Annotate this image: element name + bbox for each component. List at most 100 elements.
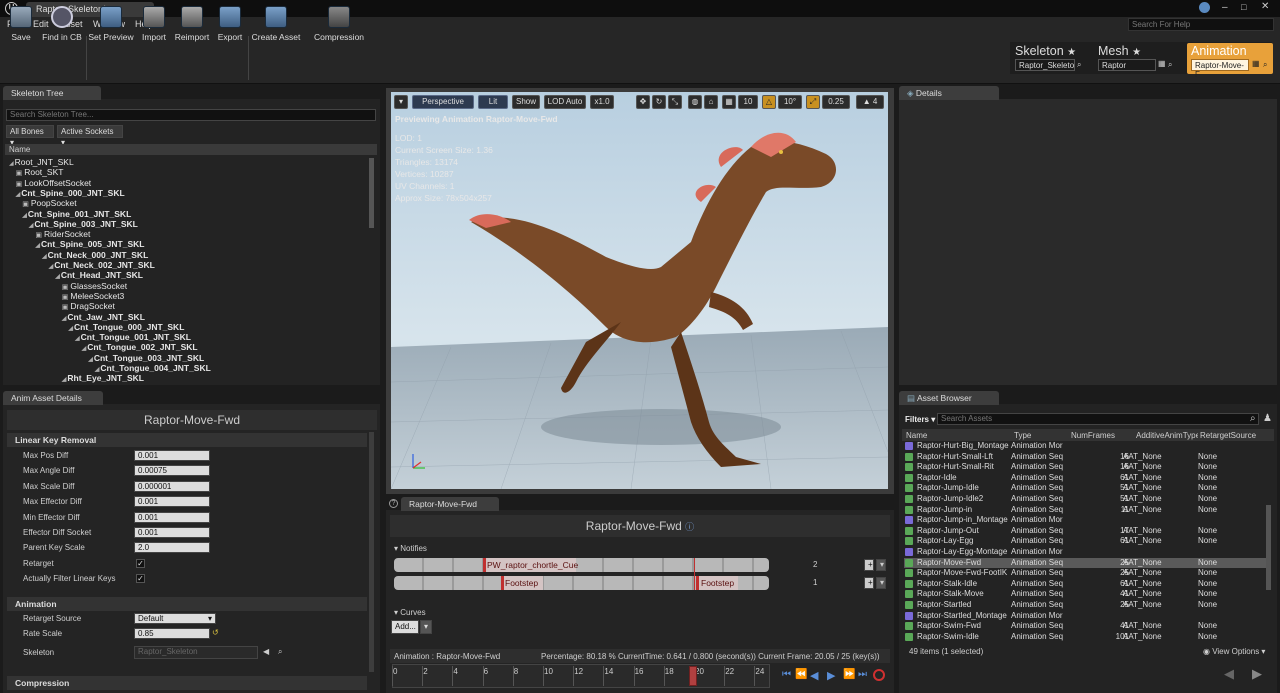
asset-row[interactable]: Raptor-Lay-Egg-Montage Animation Mor — [904, 547, 1269, 558]
asset-search-input[interactable]: Search Assets — [937, 413, 1259, 425]
notification-icon[interactable] — [1199, 2, 1210, 13]
property-value-field[interactable]: 0.000001 — [134, 480, 210, 492]
column-type[interactable]: Type — [1014, 431, 1031, 440]
animation-editor-tab[interactable]: Raptor-Move-Fwd — [401, 497, 499, 511]
asset-row[interactable]: Raptor-Swim-Idle Animation Seq 101 AAT_None… — [904, 632, 1269, 643]
grid-icon[interactable]: ▦ — [1252, 59, 1260, 68]
expand-arrow-icon[interactable]: ◢ — [55, 274, 60, 280]
bones-filter-dropdown[interactable]: All Bones ▾ — [6, 125, 54, 147]
rotation-snap-value[interactable]: 10° — [778, 95, 802, 109]
skeleton-tree-item[interactable]: ◢Cnt_Spine_001_JNT_SKL — [22, 209, 131, 219]
asset-row[interactable]: Raptor-Swim-Fwd Animation Seq 41 AAT_None No… — [904, 621, 1269, 632]
skeleton-tree-item[interactable]: ▣ PoopSocket — [22, 198, 76, 208]
asset-row[interactable]: Raptor-Hurt-Small-Rit Animation Seq 16 AAT_… — [904, 462, 1269, 473]
skip-to-start-icon[interactable]: ⏮ — [782, 669, 791, 680]
camera-speed-button[interactable]: ▲ 4 — [856, 95, 884, 109]
skeleton-tree-item[interactable]: ◢Cnt_Neck_002_JNT_SKL — [49, 260, 155, 270]
expand-arrow-icon[interactable]: ◢ — [75, 336, 80, 342]
create-asset-button[interactable]: Create Asset — [251, 3, 301, 49]
sockets-filter-dropdown[interactable]: Active Sockets ▾ — [57, 125, 123, 147]
skeleton-tree-item[interactable]: ◢Cnt_Spine_005_JNT_SKL — [35, 239, 144, 249]
expand-arrow-icon[interactable]: ◢ — [62, 316, 67, 322]
skeleton-tree-search[interactable]: Search Skeleton Tree... — [6, 109, 376, 121]
lod-button[interactable]: LOD Auto — [544, 95, 586, 109]
export-button[interactable]: Export — [214, 3, 246, 49]
skeleton-tree-item[interactable]: ◢Cnt_Spine_000_JNT_SKL — [16, 188, 125, 198]
mesh-mode-title[interactable]: Mesh ★ — [1098, 44, 1141, 58]
expand-arrow-icon[interactable]: ◢ — [68, 326, 73, 332]
linear-key-removal-section[interactable]: Linear Key Removal — [7, 433, 367, 447]
mesh-mode-field[interactable]: Raptor — [1098, 59, 1156, 71]
property-value-field[interactable]: 2.0 — [134, 542, 210, 554]
asset-row[interactable]: Raptor-Hurt-Small-Lft Animation Seq 16 AAT_… — [904, 452, 1269, 463]
world-local-icon[interactable]: ◍ — [688, 95, 702, 109]
skeleton-tree-item[interactable]: ◢Cnt_Tongue_003_JNT_SKL — [88, 353, 204, 363]
column-name[interactable]: Name — [906, 431, 927, 440]
asset-row[interactable]: Raptor-Idle Animation Seq 61 AAT_None None — [904, 473, 1269, 484]
asset-row[interactable]: Raptor-Move-Fwd Animation Seq 25 AAT_None No… — [904, 557, 1269, 569]
expand-arrow-icon[interactable]: ◢ — [82, 346, 87, 352]
skeleton-tree-item[interactable]: ◢Cnt_Tongue_000_JNT_SKL — [68, 322, 184, 332]
skeleton-mode-field[interactable]: Raptor_Skeleto — [1015, 59, 1075, 71]
speed-button[interactable]: x1.0 — [590, 95, 614, 109]
timeline-playhead[interactable] — [688, 666, 697, 686]
browse-search-icon[interactable]: ⌕ — [278, 647, 282, 657]
skeleton-tree-item[interactable]: ◢Cnt_Head_JNT_SKL — [55, 270, 143, 280]
asset-row[interactable]: Raptor-Stalk-Idle Animation Seq 61 AAT_None… — [904, 579, 1269, 590]
asset-row[interactable]: Raptor-Jump-in_Montage Animation Mor — [904, 515, 1269, 526]
lit-button[interactable]: Lit — [478, 95, 508, 109]
skeleton-mode-title[interactable]: Skeleton ★ — [1015, 44, 1076, 58]
track-options-button[interactable]: ▾ — [876, 577, 886, 589]
search-icon[interactable]: ⌕ — [1077, 60, 1081, 70]
scale-snap-icon[interactable]: ⤢ — [806, 95, 820, 109]
perspective-button[interactable]: Perspective — [412, 95, 474, 109]
skeleton-tree-item[interactable]: ▣ DragSocket — [62, 301, 115, 311]
help-search-input[interactable]: Search For Help — [1128, 18, 1274, 31]
maximize-button[interactable]: □ — [1241, 2, 1246, 12]
view-options-button[interactable]: ◉ View Options ▾ — [1203, 647, 1265, 656]
skip-to-end-icon[interactable]: ⏭ — [858, 669, 867, 680]
search-icon[interactable]: ⌕ — [1168, 60, 1172, 70]
filter-linear-keys-checkbox[interactable]: ✓ — [136, 574, 145, 583]
skeleton-tree-tab[interactable]: Skeleton Tree — [3, 86, 101, 100]
reset-arrow-icon[interactable]: ↺ — [212, 628, 219, 637]
compression-button[interactable]: Compression — [312, 3, 366, 49]
skeleton-tree-item[interactable]: ◢Cnt_Tongue_004_JNT_SKL — [95, 363, 211, 373]
column-numframes[interactable]: NumFrames — [1071, 431, 1115, 440]
viewport-options-button[interactable]: ▾ — [394, 95, 408, 109]
expand-arrow-icon[interactable]: ◢ — [49, 264, 54, 270]
record-icon[interactable] — [873, 669, 885, 681]
scale-snap-value[interactable]: 0.25 — [822, 95, 850, 109]
save-button[interactable]: Save — [4, 3, 38, 49]
grid-snap-icon[interactable]: ▦ — [722, 95, 736, 109]
asset-list-scrollbar[interactable] — [1266, 505, 1271, 590]
expand-arrow-icon[interactable]: ◢ — [35, 243, 40, 249]
skeleton-tree-item[interactable]: ▣ RiderSocket — [35, 229, 90, 239]
grid-size-value[interactable]: 10 — [738, 95, 758, 109]
rotation-snap-icon[interactable]: △ — [762, 95, 776, 109]
asset-row[interactable]: Raptor-Lay-Egg Animation Seq 61 AAT_None Non… — [904, 536, 1269, 547]
column-additiveanimtype[interactable]: AdditiveAnimType — [1136, 431, 1198, 440]
user-icon[interactable]: ♟ — [1263, 413, 1272, 424]
expand-arrow-icon[interactable]: ◢ — [88, 357, 93, 363]
retarget-source-dropdown[interactable]: Default ▾ — [134, 613, 216, 624]
property-value-field[interactable]: 0.00075 — [134, 465, 210, 477]
asset-row[interactable]: Raptor-Startled Animation Seq 25 AAT_None No… — [904, 600, 1269, 611]
grid-icon[interactable]: ▦ — [1158, 59, 1166, 68]
set-preview-button[interactable]: Set Preview — [88, 3, 134, 49]
expand-arrow-icon[interactable]: ◢ — [29, 223, 34, 229]
details-scrollbar[interactable] — [369, 432, 374, 672]
expand-arrow-icon[interactable]: ◢ — [9, 161, 14, 167]
notify-track-1[interactable] — [394, 558, 769, 572]
skeleton-tree-item[interactable]: ◢Cnt_Jaw_JNT_SKL — [62, 312, 145, 322]
rate-scale-field[interactable]: 0.85 — [134, 628, 210, 639]
translate-icon[interactable]: ✥ — [636, 95, 650, 109]
play-icon[interactable]: ▶ — [827, 669, 835, 682]
close-button[interactable]: ✕ — [1261, 1, 1269, 12]
add-curve-dropdown[interactable]: ▾ — [420, 620, 432, 634]
asset-browser-tab[interactable]: ▤ Asset Browser — [899, 391, 999, 405]
import-button[interactable]: Import — [138, 3, 170, 49]
expand-arrow-icon[interactable]: ◢ — [22, 213, 27, 219]
filters-button[interactable]: Filters ▾ — [905, 415, 935, 424]
skeleton-tree-item[interactable]: ▣ LookOffsetSocket — [16, 178, 92, 188]
